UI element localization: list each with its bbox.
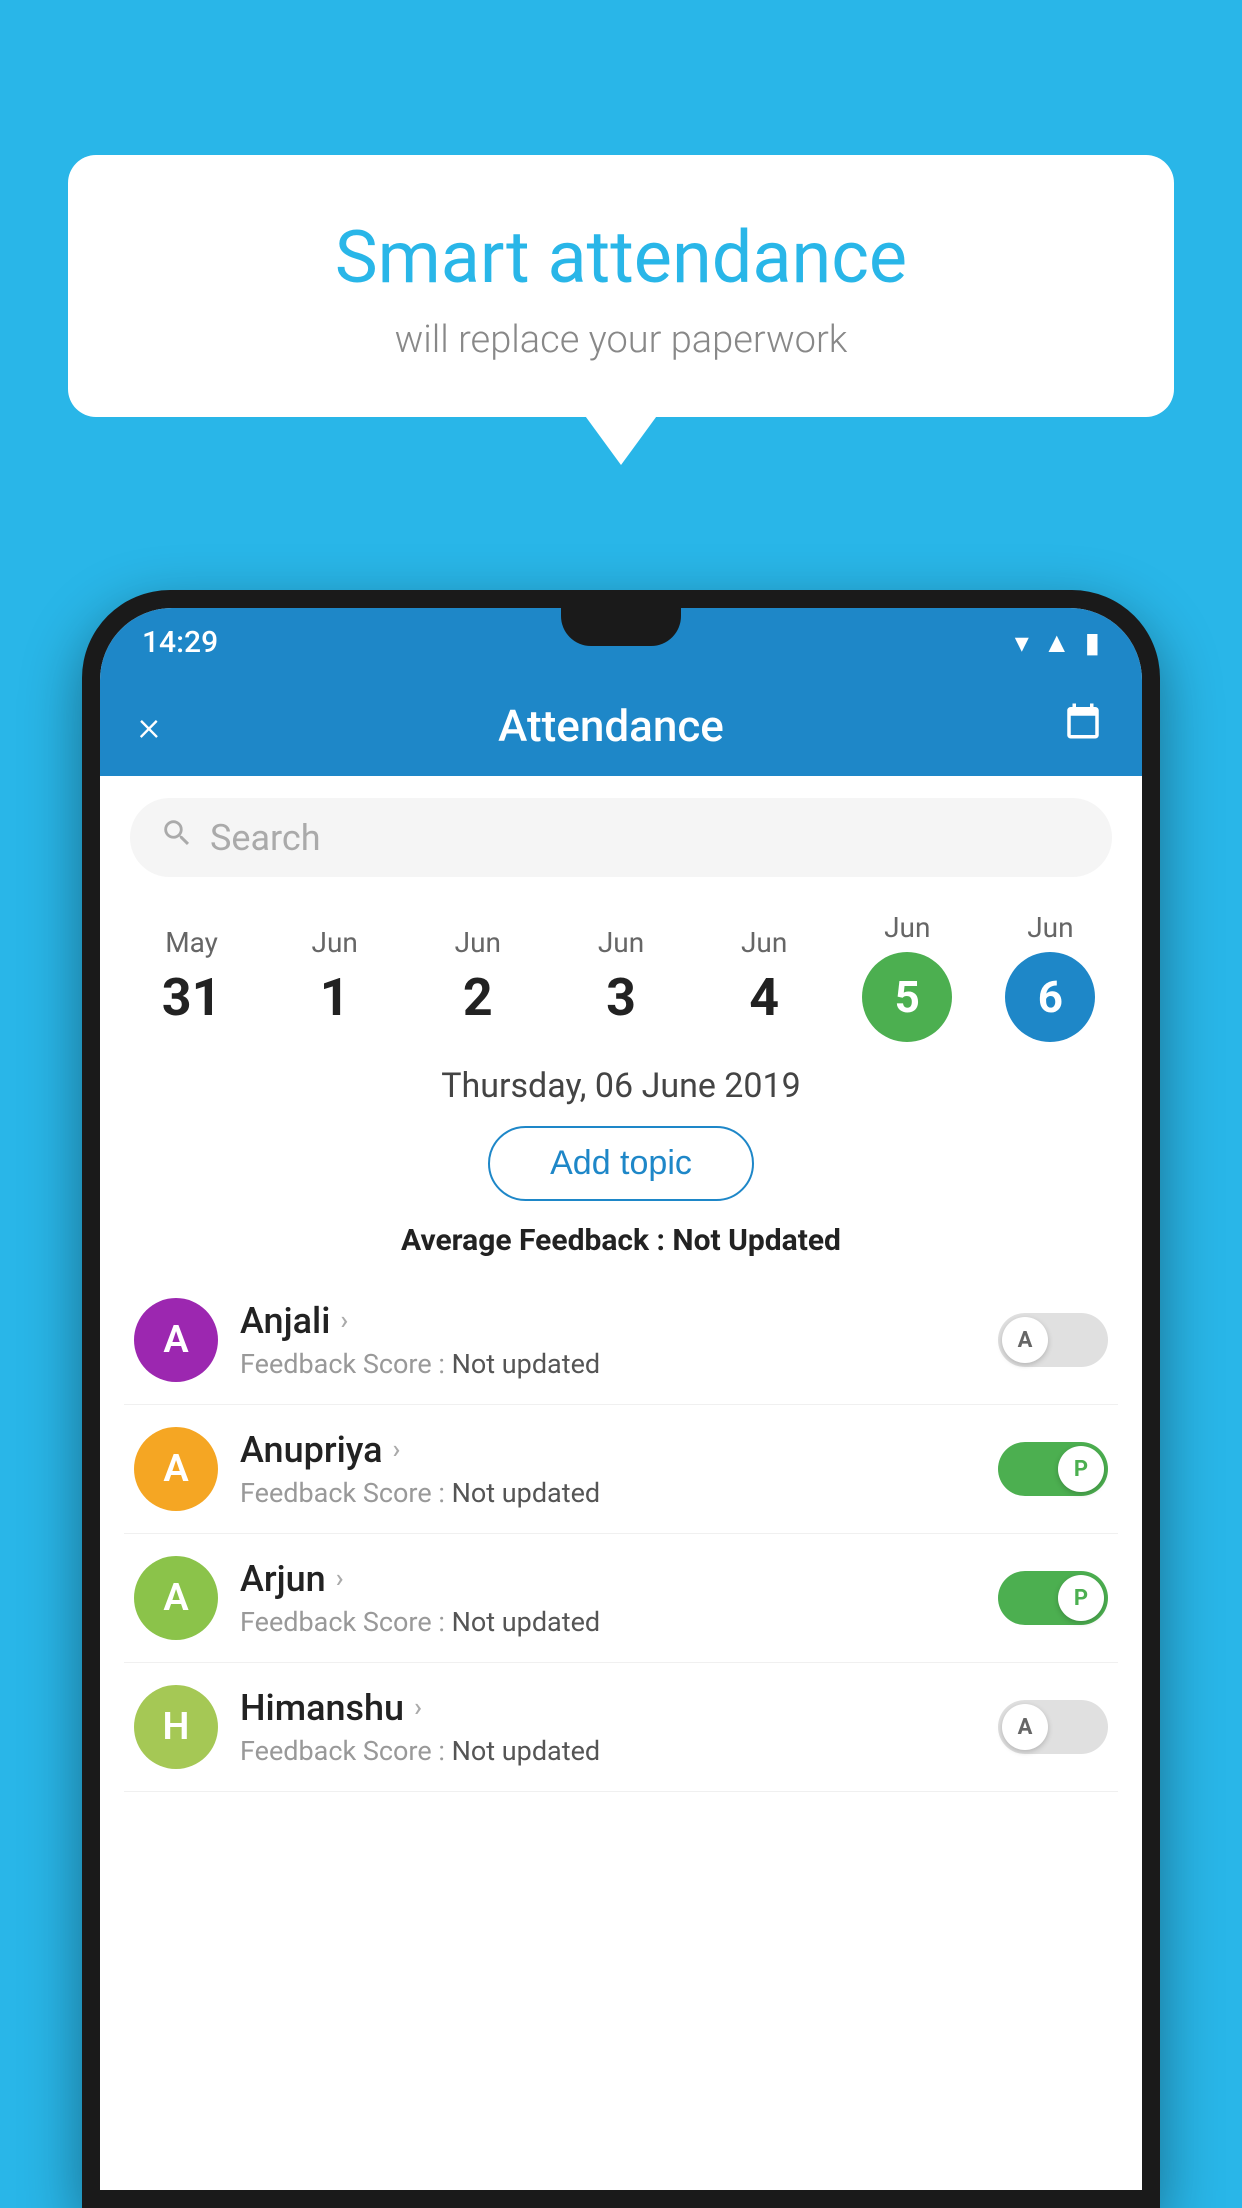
phone-frame: 14:29 ▾ ▲ ▮ × Attendance bbox=[82, 590, 1160, 2208]
student-item[interactable]: A Arjun › Feedback Score : Not updated P bbox=[124, 1534, 1118, 1663]
avatar: A bbox=[134, 1556, 218, 1640]
date-day: 2 bbox=[463, 967, 493, 1028]
status-icons: ▾ ▲ ▮ bbox=[1015, 626, 1100, 659]
attendance-toggle[interactable]: P bbox=[998, 1571, 1108, 1625]
speech-bubble: Smart attendance will replace your paper… bbox=[68, 155, 1174, 417]
student-name: Arjun › bbox=[240, 1558, 976, 1600]
avg-feedback: Average Feedback : Not Updated bbox=[100, 1223, 1142, 1258]
bubble-subtitle: will replace your paperwork bbox=[128, 318, 1114, 362]
attendance-toggle[interactable]: P bbox=[998, 1442, 1108, 1496]
search-icon bbox=[160, 816, 194, 859]
date-day: 1 bbox=[320, 967, 350, 1028]
selected-date: Thursday, 06 June 2019 bbox=[100, 1066, 1142, 1106]
avatar: A bbox=[134, 1427, 218, 1511]
date-month: May bbox=[165, 926, 218, 959]
date-day: 5 bbox=[862, 952, 952, 1042]
header-title: Attendance bbox=[498, 700, 724, 752]
phone-notch bbox=[561, 608, 681, 646]
student-name: Anupriya › bbox=[240, 1429, 976, 1471]
chevron-icon: › bbox=[336, 1564, 344, 1594]
calendar-icon[interactable] bbox=[1062, 700, 1104, 752]
phone-inner: 14:29 ▾ ▲ ▮ × Attendance bbox=[100, 608, 1142, 2190]
feedback-score: Feedback Score : Not updated bbox=[240, 1606, 976, 1638]
date-col[interactable]: Jun 5 bbox=[836, 899, 979, 1054]
signal-icon: ▲ bbox=[1043, 626, 1071, 659]
toggle-knob: P bbox=[1058, 1575, 1104, 1621]
toggle-knob: A bbox=[1002, 1704, 1048, 1750]
attendance-toggle[interactable]: A bbox=[998, 1700, 1108, 1754]
avatar: A bbox=[134, 1298, 218, 1382]
student-info: Anjali › Feedback Score : Not updated bbox=[240, 1300, 976, 1380]
chevron-icon: › bbox=[414, 1693, 422, 1723]
feedback-score: Feedback Score : Not updated bbox=[240, 1477, 976, 1509]
date-month: Jun bbox=[312, 926, 358, 959]
date-month: Jun bbox=[598, 926, 644, 959]
feedback-score: Feedback Score : Not updated bbox=[240, 1735, 976, 1767]
date-col[interactable]: Jun 3 bbox=[549, 914, 692, 1040]
student-item[interactable]: A Anjali › Feedback Score : Not updated … bbox=[124, 1276, 1118, 1405]
student-item[interactable]: H Himanshu › Feedback Score : Not update… bbox=[124, 1663, 1118, 1792]
avg-feedback-value: Not Updated bbox=[672, 1223, 841, 1258]
avg-feedback-label: Average Feedback : bbox=[401, 1223, 672, 1258]
chevron-icon: › bbox=[340, 1306, 348, 1336]
date-col[interactable]: May 31 bbox=[120, 914, 263, 1040]
date-month: Jun bbox=[884, 911, 930, 944]
student-info: Himanshu › Feedback Score : Not updated bbox=[240, 1687, 976, 1767]
search-placeholder: Search bbox=[210, 817, 321, 859]
date-selector: May 31 Jun 1 Jun 2 Jun 3 Jun 4 Jun 5 Jun… bbox=[100, 899, 1142, 1054]
date-month: Jun bbox=[741, 926, 787, 959]
avatar: H bbox=[134, 1685, 218, 1769]
date-day: 3 bbox=[606, 967, 636, 1028]
status-time: 14:29 bbox=[142, 625, 218, 660]
student-list: A Anjali › Feedback Score : Not updated … bbox=[100, 1276, 1142, 1792]
date-col[interactable]: Jun 1 bbox=[263, 914, 406, 1040]
app-header: × Attendance bbox=[100, 676, 1142, 776]
toggle-knob: A bbox=[1002, 1317, 1048, 1363]
student-info: Anupriya › Feedback Score : Not updated bbox=[240, 1429, 976, 1509]
toggle-knob: P bbox=[1058, 1446, 1104, 1492]
date-col[interactable]: Jun 2 bbox=[406, 914, 549, 1040]
bubble-title: Smart attendance bbox=[128, 215, 1114, 300]
attendance-toggle[interactable]: A bbox=[998, 1313, 1108, 1367]
date-day: 31 bbox=[162, 967, 222, 1028]
date-day: 4 bbox=[749, 967, 779, 1028]
add-topic-button[interactable]: Add topic bbox=[488, 1126, 754, 1201]
battery-icon: ▮ bbox=[1085, 626, 1100, 659]
date-month: Jun bbox=[1027, 911, 1073, 944]
student-info: Arjun › Feedback Score : Not updated bbox=[240, 1558, 976, 1638]
close-button[interactable]: × bbox=[138, 702, 160, 751]
student-name: Himanshu › bbox=[240, 1687, 976, 1729]
wifi-icon: ▾ bbox=[1015, 626, 1029, 659]
student-name: Anjali › bbox=[240, 1300, 976, 1342]
student-item[interactable]: A Anupriya › Feedback Score : Not update… bbox=[124, 1405, 1118, 1534]
feedback-score: Feedback Score : Not updated bbox=[240, 1348, 976, 1380]
date-day: 6 bbox=[1005, 952, 1095, 1042]
search-bar[interactable]: Search bbox=[130, 798, 1112, 877]
phone-content: Search May 31 Jun 1 Jun 2 Jun 3 Jun 4 Ju… bbox=[100, 776, 1142, 2190]
date-col[interactable]: Jun 4 bbox=[693, 914, 836, 1040]
date-month: Jun bbox=[455, 926, 501, 959]
date-col[interactable]: Jun 6 bbox=[979, 899, 1122, 1054]
chevron-icon: › bbox=[393, 1435, 401, 1465]
